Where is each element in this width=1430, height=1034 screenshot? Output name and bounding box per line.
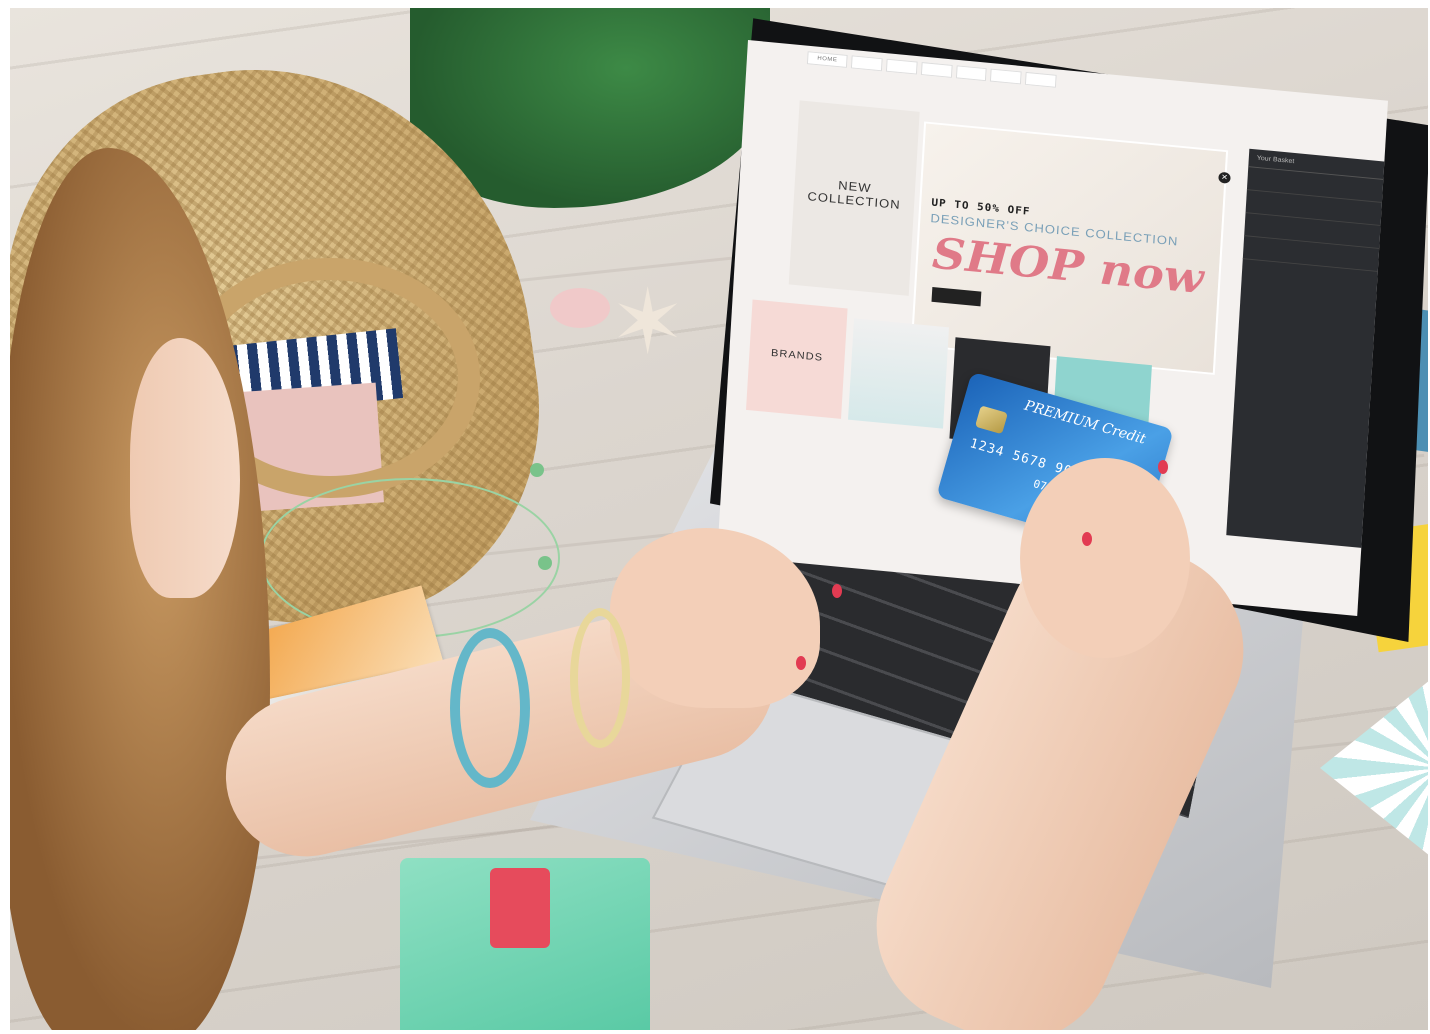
new-collection-tile[interactable]: NEW COLLECTION <box>788 100 920 296</box>
nav-item[interactable] <box>850 55 883 72</box>
brands-tile[interactable]: BRANDS <box>746 299 848 419</box>
bracelet <box>570 608 630 748</box>
nav-item-home[interactable]: HOME <box>806 51 848 68</box>
close-icon[interactable]: ✕ <box>1218 171 1231 184</box>
product-tile[interactable] <box>848 318 950 429</box>
brands-label: BRANDS <box>770 347 824 364</box>
wallet-clasp <box>490 868 550 948</box>
website-nav: HOME <box>806 51 1057 88</box>
fingernail <box>796 656 806 670</box>
new-collection-label: NEW COLLECTION <box>807 178 902 212</box>
starfish-icon: ✶ <box>610 273 686 373</box>
nav-item[interactable] <box>990 68 1022 85</box>
card-chip-icon <box>974 405 1008 435</box>
promo-button[interactable] <box>931 286 982 307</box>
seashell <box>550 288 610 328</box>
shopping-basket: Your Basket <box>1226 148 1388 549</box>
earphone-bud <box>538 556 552 570</box>
nav-item[interactable] <box>955 65 988 82</box>
woman-right-hand <box>1020 458 1190 658</box>
paper-umbrella <box>1320 672 1428 864</box>
fingernail <box>1158 460 1168 474</box>
fingernail <box>1082 532 1092 546</box>
fingernail <box>832 584 842 598</box>
photo-scene: ✶ HOME NEW COLLECTION UP TO 50% OFF DESI… <box>10 8 1428 1030</box>
earphone-bud <box>530 463 544 477</box>
nav-item[interactable] <box>885 58 918 75</box>
nav-item[interactable] <box>1025 71 1057 88</box>
bracelet <box>450 628 530 788</box>
nav-item[interactable] <box>920 62 953 78</box>
